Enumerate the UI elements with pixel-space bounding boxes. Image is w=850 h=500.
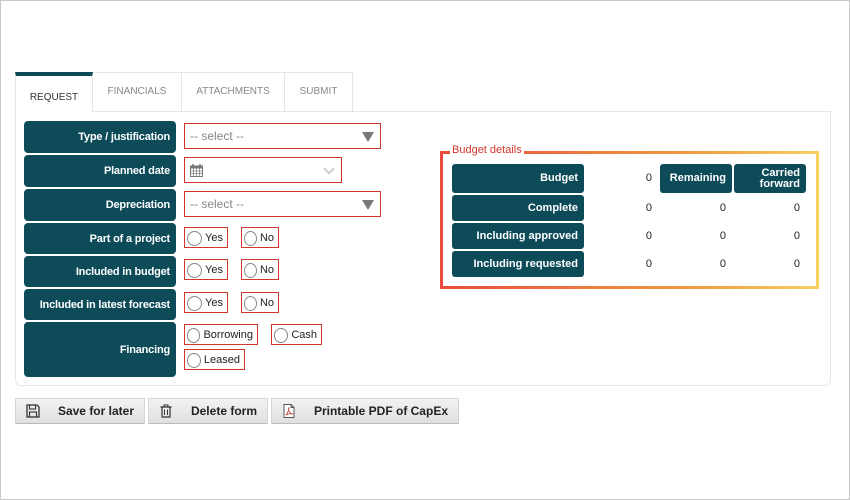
carried-forward-header: Carried forward bbox=[734, 164, 806, 193]
save-button-label: Save for later bbox=[57, 404, 134, 418]
financing-label: Financing bbox=[24, 322, 176, 377]
included-in-forecast-label: Included in latest forecast bbox=[24, 289, 176, 320]
calendar-icon bbox=[190, 163, 203, 177]
complete-budget-value: 0 bbox=[645, 202, 652, 214]
radio-label: No bbox=[259, 263, 274, 276]
radio-circle-icon bbox=[187, 296, 202, 311]
included-in-forecast-no-radio[interactable]: No bbox=[241, 292, 279, 313]
radio-label: Leased bbox=[203, 353, 240, 366]
included-in-budget-yes-radio[interactable]: Yes bbox=[184, 259, 228, 280]
part-of-project-label: Part of a project bbox=[24, 223, 176, 254]
requested-remaining-value: 0 bbox=[719, 258, 726, 270]
radio-circle-icon bbox=[244, 263, 257, 278]
radio-label: Yes bbox=[205, 296, 223, 309]
included-in-budget-label: Included in budget bbox=[24, 256, 176, 287]
depreciation-placeholder: -- select -- bbox=[190, 197, 244, 211]
radio-circle-icon bbox=[187, 353, 201, 368]
radio-circle-icon bbox=[187, 263, 202, 278]
radio-label: Borrowing bbox=[203, 328, 253, 341]
approved-carried-forward-value: 0 bbox=[793, 230, 800, 242]
depreciation-select[interactable]: -- select -- bbox=[184, 191, 381, 217]
requested-carried-forward-value: 0 bbox=[793, 258, 800, 270]
dropdown-caret-icon bbox=[362, 200, 374, 210]
tab-submit-label: SUBMIT bbox=[299, 86, 338, 97]
radio-circle-icon bbox=[244, 296, 257, 311]
carried-forward-header-line1: Carried bbox=[761, 166, 800, 179]
complete-carried-forward-value: 0 bbox=[793, 202, 800, 214]
requested-budget-value: 0 bbox=[645, 258, 652, 270]
budget-value: 0 bbox=[645, 172, 652, 184]
pdf-file-icon bbox=[283, 404, 295, 418]
depreciation-label: Depreciation bbox=[24, 189, 176, 221]
complete-row-label: Complete bbox=[452, 195, 584, 221]
including-approved-row-label: Including approved bbox=[452, 223, 584, 249]
type-justification-placeholder: -- select -- bbox=[190, 129, 244, 143]
part-of-project-yes-radio[interactable]: Yes bbox=[184, 227, 228, 248]
planned-date-picker[interactable] bbox=[184, 157, 342, 183]
budget-details-legend: Budget details bbox=[450, 144, 524, 156]
tab-financials[interactable]: FINANCIALS bbox=[93, 72, 182, 112]
budget-row-label: Budget bbox=[452, 164, 584, 193]
chevron-down-icon bbox=[323, 163, 335, 175]
approved-remaining-value: 0 bbox=[719, 230, 726, 242]
trash-icon bbox=[160, 404, 172, 418]
tab-bar: REQUEST FINANCIALS ATTACHMENTS SUBMIT bbox=[15, 72, 353, 113]
financing-borrowing-radio[interactable]: Borrowing bbox=[184, 324, 258, 345]
tab-submit[interactable]: SUBMIT bbox=[285, 72, 353, 112]
tab-financials-label: FINANCIALS bbox=[107, 86, 167, 97]
remaining-header: Remaining bbox=[660, 164, 732, 193]
save-icon bbox=[26, 404, 40, 418]
type-justification-select[interactable]: -- select -- bbox=[184, 123, 381, 149]
pdf-button-label: Printable PDF of CapEx bbox=[313, 404, 448, 418]
tab-attachments[interactable]: ATTACHMENTS bbox=[182, 72, 285, 112]
printable-pdf-button[interactable]: Printable PDF of CapEx bbox=[271, 398, 459, 424]
save-for-later-button[interactable]: Save for later bbox=[15, 398, 145, 424]
including-requested-row-label: Including requested bbox=[452, 251, 584, 277]
part-of-project-no-radio[interactable]: No bbox=[241, 227, 279, 248]
radio-label: Cash bbox=[291, 328, 317, 341]
radio-circle-icon bbox=[187, 231, 202, 246]
financing-cash-radio[interactable]: Cash bbox=[271, 324, 322, 345]
financing-leased-radio[interactable]: Leased bbox=[184, 349, 245, 370]
radio-label: No bbox=[259, 296, 274, 309]
delete-button-label: Delete form bbox=[190, 404, 257, 418]
planned-date-label: Planned date bbox=[24, 155, 176, 187]
complete-remaining-value: 0 bbox=[719, 202, 726, 214]
type-justification-label: Type / justification bbox=[24, 121, 176, 153]
radio-label: Yes bbox=[205, 231, 223, 244]
delete-form-button[interactable]: Delete form bbox=[148, 398, 268, 424]
radio-label: Yes bbox=[205, 263, 223, 276]
tab-request[interactable]: REQUEST bbox=[15, 72, 93, 113]
included-in-forecast-yes-radio[interactable]: Yes bbox=[184, 292, 228, 313]
dropdown-caret-icon bbox=[362, 132, 374, 142]
tab-attachments-label: ATTACHMENTS bbox=[196, 86, 270, 97]
included-in-budget-no-radio[interactable]: No bbox=[241, 259, 279, 280]
tab-request-label: REQUEST bbox=[29, 92, 79, 103]
radio-circle-icon bbox=[274, 328, 289, 343]
radio-label: No bbox=[259, 231, 274, 244]
approved-budget-value: 0 bbox=[645, 230, 652, 242]
carried-forward-header-line2: forward bbox=[759, 177, 800, 190]
radio-circle-icon bbox=[244, 231, 257, 246]
radio-circle-icon bbox=[187, 328, 201, 343]
